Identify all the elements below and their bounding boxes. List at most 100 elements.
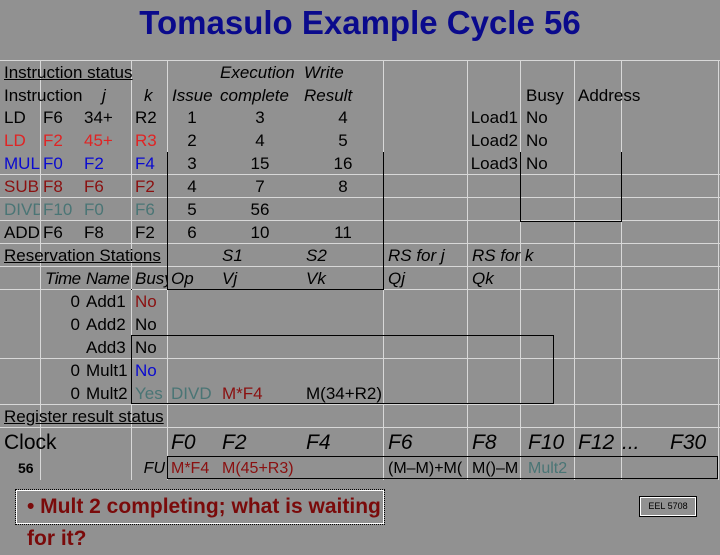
write-header-top: Write <box>304 63 344 82</box>
rs-time: 0 <box>70 361 80 380</box>
rs-op: DIVD <box>171 384 212 403</box>
rs-name: Add3 <box>86 338 126 357</box>
instruction-dest: F10 <box>43 200 73 219</box>
register-fu-value: M*F4 <box>171 460 210 477</box>
load-buffer-busy: No <box>526 108 548 127</box>
instruction-op: MUL <box>4 154 40 173</box>
vj-header: Vj <box>222 269 238 288</box>
instruction-dest: F8 <box>43 177 63 196</box>
issue-cycle: 5 <box>187 200 197 219</box>
rs-name: Add1 <box>86 292 126 311</box>
instruction-status-label: Instruction status <box>4 63 133 82</box>
load-buffer-busy: No <box>526 131 548 150</box>
register-fu-value: Mult2 <box>528 460 568 477</box>
k-header: k <box>144 86 153 105</box>
write-result-cycle: 4 <box>338 108 348 127</box>
time-header: Time <box>45 269 81 288</box>
issue-cycle: 2 <box>187 131 197 150</box>
register-name: F2 <box>222 431 247 454</box>
instruction-op: DIVD <box>4 200 40 219</box>
instruction-j: 34+ <box>84 108 113 127</box>
instruction-op: SUB <box>4 177 39 196</box>
write-result-cycle: 8 <box>338 177 348 196</box>
fu-label: FU <box>143 460 165 477</box>
instruction-k: F2 <box>135 223 155 242</box>
name-header: Name <box>86 269 130 288</box>
instruction-k: R2 <box>135 108 157 127</box>
instruction-k: F2 <box>135 177 155 196</box>
rs-vk: M(34+R2) <box>306 384 383 403</box>
rs-busy: No <box>135 292 157 311</box>
register-name: F10 <box>528 431 565 454</box>
load-buffer-name: Load3 <box>470 154 518 173</box>
rs-name: Add2 <box>86 315 126 334</box>
s2-header: S2 <box>306 246 327 265</box>
instruction-j: 45+ <box>84 131 113 150</box>
instruction-k: F6 <box>135 200 155 219</box>
s1-header: S1 <box>222 246 243 265</box>
load-buffer-name: Load2 <box>470 131 518 150</box>
clock-label: Clock <box>4 431 57 454</box>
register-fu-value: M(45+R3) <box>222 460 294 477</box>
write-result-cycle: 11 <box>334 223 352 242</box>
address-header: Address <box>578 86 641 105</box>
qk-header: Qk <box>472 269 494 288</box>
issue-cycle: 3 <box>187 154 197 173</box>
rs-time: 0 <box>70 292 80 311</box>
exec-complete-cycle: 10 <box>250 223 270 242</box>
rs-vj: M*F4 <box>222 384 263 403</box>
instruction-dest: F6 <box>43 108 63 127</box>
write-result-cycle: 16 <box>333 154 353 173</box>
instruction-op: LD <box>4 108 26 127</box>
register-name: F4 <box>306 431 331 454</box>
instruction-j: F0 <box>84 200 104 219</box>
issue-header: Issue <box>172 86 213 105</box>
instruction-op: ADD <box>4 223 40 242</box>
clock-value: 56 <box>18 460 34 476</box>
rs-busy: No <box>135 315 157 334</box>
register-status-label: Register result status <box>4 407 164 426</box>
slide-note: • Mult 2 completing; what is waiting for… <box>15 489 385 550</box>
instruction-j: F2 <box>84 154 104 173</box>
issue-cycle: 6 <box>187 223 197 242</box>
instruction-k: F4 <box>135 154 155 173</box>
qj-header: Qj <box>388 269 405 288</box>
register-name: F30 <box>670 431 707 454</box>
register-name: F8 <box>472 431 497 454</box>
instruction-j: F6 <box>84 177 104 196</box>
rs-time: 0 <box>70 315 80 334</box>
rs-time: 0 <box>70 384 80 403</box>
exec-complete-cycle: 56 <box>250 200 270 219</box>
rs-name: Mult1 <box>86 361 128 380</box>
register-name: F12 <box>578 431 615 454</box>
instruction-dest: F0 <box>43 154 63 173</box>
instruction-dest: F6 <box>43 223 63 242</box>
issue-cycle: 4 <box>187 177 197 196</box>
exec-complete-cycle: 3 <box>255 108 265 127</box>
write-header-bottom: Result <box>304 86 353 105</box>
rs-name: Mult2 <box>86 384 128 403</box>
busy-header: Busy <box>526 86 564 105</box>
vk-header: Vk <box>306 269 326 288</box>
register-name: F6 <box>388 431 413 454</box>
exec-header-bottom: complete <box>220 86 289 105</box>
load-buffer-name: Load1 <box>470 108 518 127</box>
register-fu-value: (M–M)+M( <box>388 460 463 477</box>
exec-complete-cycle: 7 <box>255 177 265 196</box>
issue-cycle: 1 <box>187 108 197 127</box>
write-result-cycle: 5 <box>338 131 348 150</box>
rsk-header: RS for k <box>472 246 534 265</box>
instruction-op: LD <box>4 131 26 150</box>
register-name: ... <box>622 431 640 454</box>
exec-header-top: Execution <box>220 63 295 82</box>
instruction-header: Instruction <box>4 86 83 105</box>
rs-busy: No <box>135 338 157 357</box>
reservation-stations-label: Reservation Stations <box>4 246 161 265</box>
rs-busy: No <box>135 361 157 380</box>
instruction-j: F8 <box>84 223 104 242</box>
register-fu-value: M()–M <box>472 460 519 477</box>
slide-title: Tomasulo Example Cycle 56 <box>139 4 581 41</box>
busy-rs-header: Busy <box>135 269 167 288</box>
rs-busy: Yes <box>135 384 163 403</box>
op-header: Op <box>171 269 194 288</box>
